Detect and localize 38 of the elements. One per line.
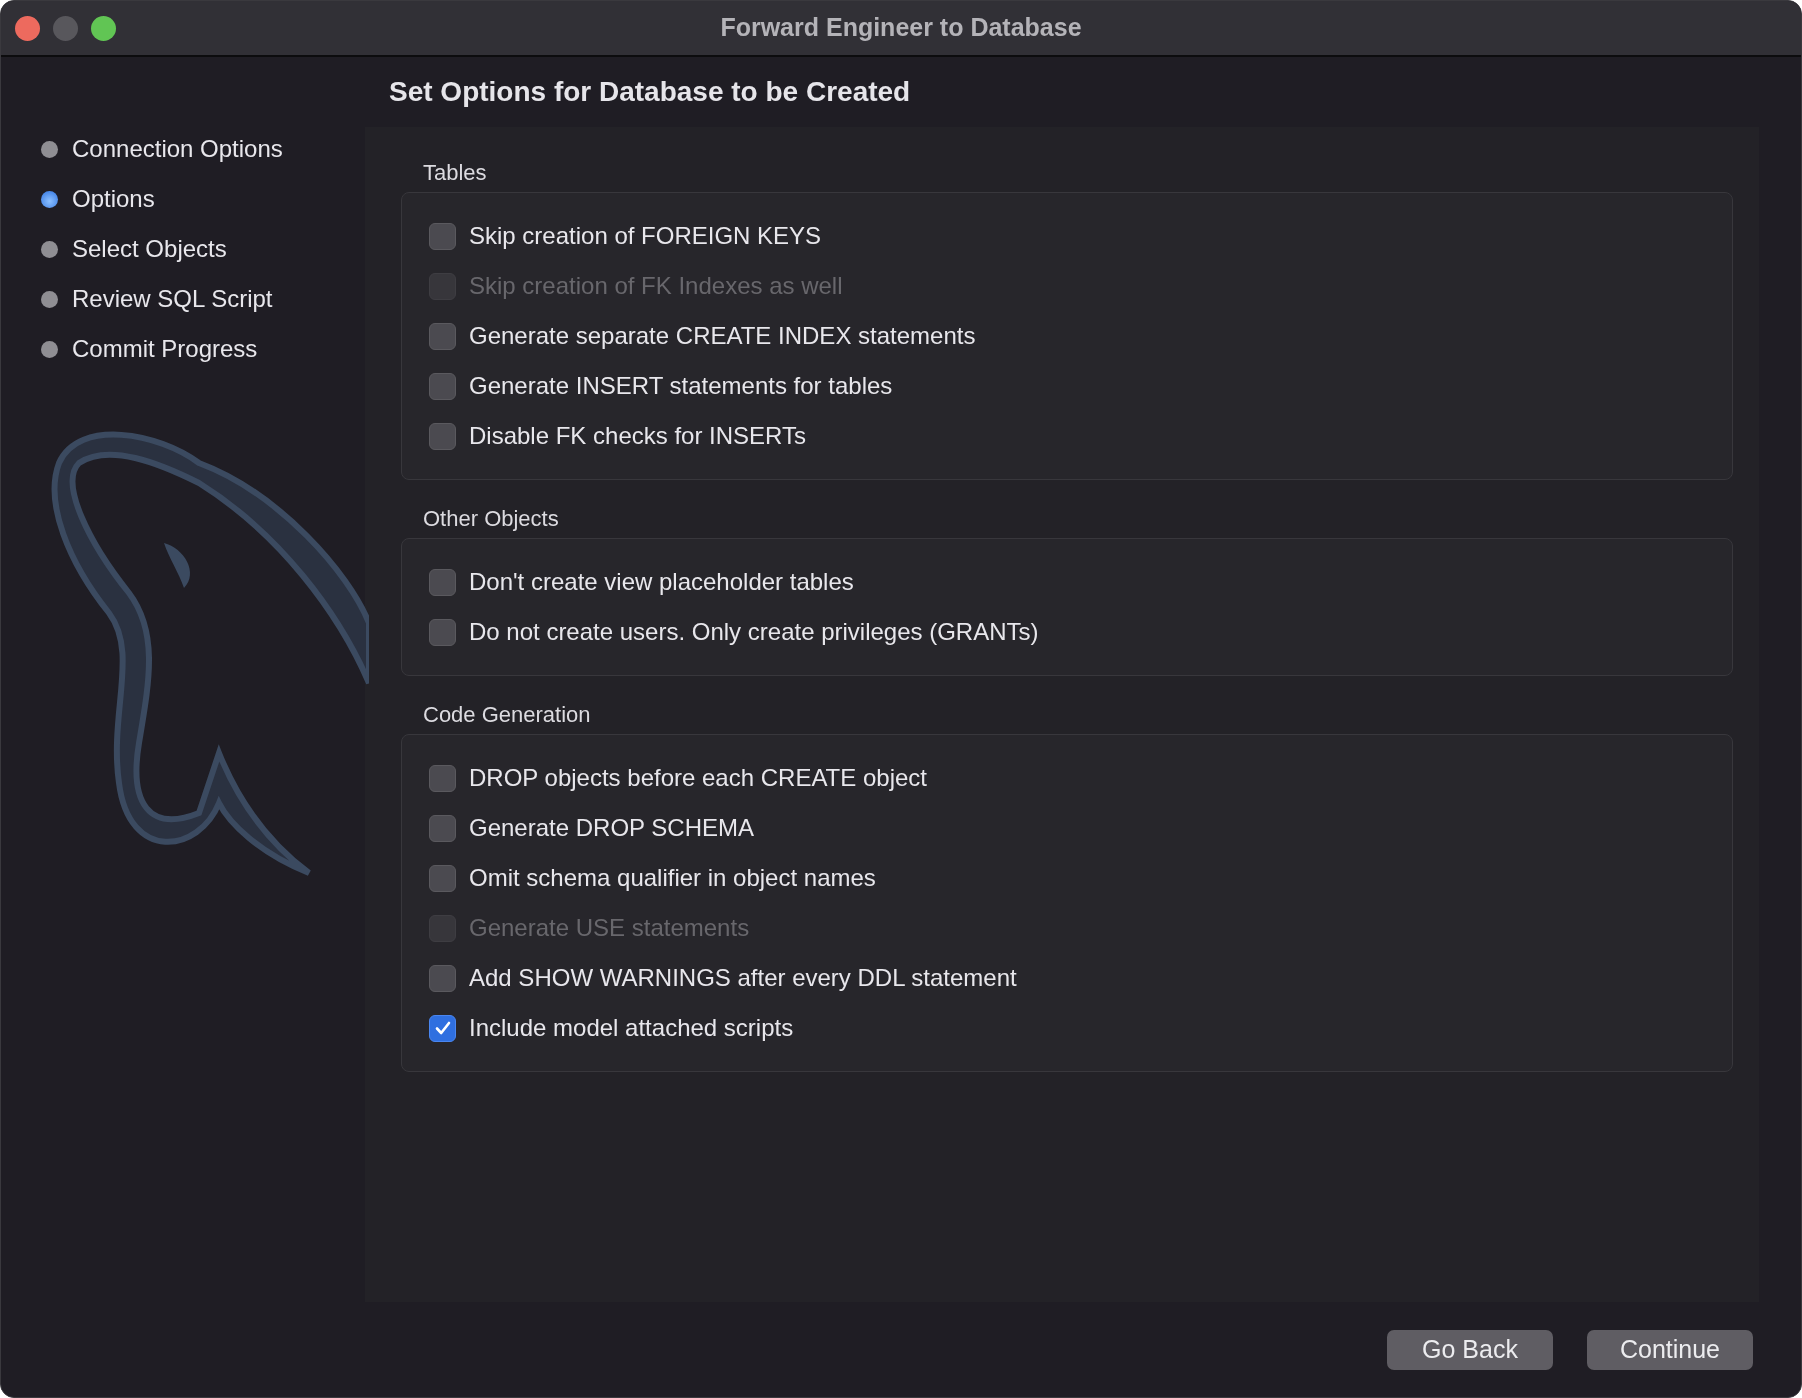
page-heading: Set Options for Database to be Created (389, 75, 911, 109)
group-title: Other Objects (422, 505, 560, 533)
group-title: Tables (422, 159, 488, 187)
step-label[interactable]: Commit Progress (72, 331, 258, 367)
checkmark-icon (433, 1019, 452, 1037)
option-label[interactable]: Generate separate CREATE INDEX statements (469, 318, 976, 354)
option-label[interactable]: Omit schema qualifier in object names (469, 860, 876, 896)
option-label[interactable]: Add SHOW WARNINGS after every DDL statement (469, 960, 1017, 996)
group-title: Code Generation (422, 701, 592, 729)
window-title: Forward Engineer to Database (720, 12, 1082, 44)
checkbox[interactable] (429, 864, 456, 892)
checkbox[interactable] (429, 322, 456, 350)
continue-button[interactable]: Continue (1587, 1329, 1753, 1370)
step-label[interactable]: Select Objects (72, 231, 227, 267)
checkbox[interactable] (429, 814, 456, 842)
checkbox[interactable] (429, 372, 456, 400)
checkbox[interactable] (429, 1014, 456, 1042)
option-label[interactable]: Include model attached scripts (469, 1010, 794, 1046)
checkbox[interactable] (429, 764, 456, 792)
checkbox[interactable] (429, 568, 456, 596)
checkbox[interactable] (429, 618, 456, 646)
close-button[interactable] (15, 16, 40, 41)
option-label[interactable]: Generate INSERT statements for tables (469, 368, 893, 404)
step-label[interactable]: Options (72, 181, 155, 217)
option-label[interactable]: Generate DROP SCHEMA (469, 810, 754, 846)
go-back-button[interactable]: Go Back (1387, 1329, 1553, 1370)
option-label[interactable]: Disable FK checks for INSERTs (469, 418, 806, 454)
option-label[interactable]: Skip creation of FOREIGN KEYS (469, 218, 822, 254)
step-label[interactable]: Connection Options (72, 131, 283, 167)
minimize-button[interactable] (53, 16, 78, 41)
step-label[interactable]: Review SQL Script (72, 281, 273, 317)
option-label[interactable]: DROP objects before each CREATE object (469, 760, 927, 796)
option-label[interactable]: Do not create users. Only create privileges (GRANTs) (469, 614, 1039, 650)
zoom-button[interactable] (91, 16, 116, 41)
option-label[interactable]: Don't create view placeholder tables (469, 564, 854, 600)
checkbox[interactable] (429, 964, 456, 992)
checkbox[interactable] (429, 222, 456, 250)
checkbox[interactable] (429, 422, 456, 450)
